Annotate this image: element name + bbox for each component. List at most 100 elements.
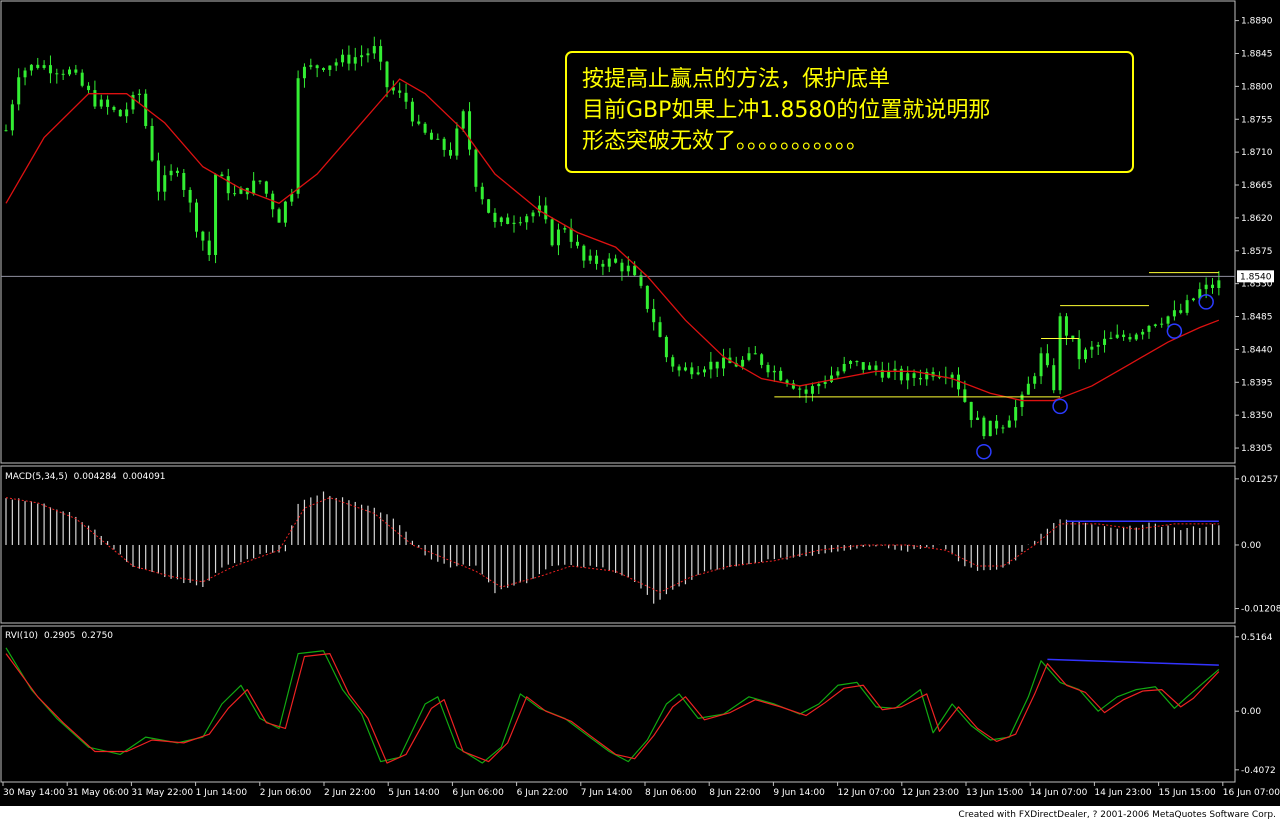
candle-body	[474, 149, 478, 187]
candle-body	[10, 104, 14, 131]
candle-body	[1141, 331, 1145, 335]
candle-body	[607, 258, 611, 267]
candle-body	[804, 389, 808, 394]
candle-body	[1153, 324, 1157, 326]
time-tick-label: 6 Jun 06:00	[452, 788, 504, 798]
candle-body	[207, 240, 211, 255]
candle-body	[480, 186, 484, 200]
candle-body	[1179, 310, 1183, 313]
candle-body	[461, 111, 465, 129]
candle-body	[220, 174, 224, 177]
candle-body	[74, 69, 78, 73]
rvi-tick-label: 0.5164	[1241, 633, 1273, 643]
candle-body	[969, 401, 973, 420]
candle-body	[893, 368, 897, 371]
time-tick-label: 14 Jun 07:00	[1030, 788, 1087, 798]
candle-body	[741, 359, 745, 367]
candle-body	[810, 386, 814, 394]
candle-body	[106, 99, 110, 107]
candle-body	[182, 173, 186, 190]
candle-body	[309, 65, 313, 67]
candle-body	[169, 170, 173, 176]
candle-body	[322, 68, 325, 70]
time-tick-label: 6 Jun 22:00	[517, 788, 569, 798]
time-tick-label: 1 Jun 14:00	[196, 788, 248, 798]
candle-body	[1039, 353, 1043, 377]
candle-body	[1077, 338, 1081, 360]
candle-body	[61, 73, 65, 75]
candle-body	[1084, 349, 1087, 360]
candle-body	[1103, 338, 1107, 345]
candle-body	[429, 132, 433, 140]
candle-body	[455, 128, 459, 156]
time-tick-label: 31 May 06:00	[67, 788, 129, 798]
candle-body	[1052, 365, 1056, 391]
candle-body	[226, 176, 230, 194]
candle-body	[868, 365, 872, 370]
candle-body	[188, 189, 192, 203]
candle-body	[379, 46, 383, 62]
candle-body	[42, 65, 46, 68]
candle-body	[398, 90, 402, 93]
candle-body	[918, 377, 922, 380]
candle-body	[664, 336, 668, 358]
time-tick-label: 31 May 22:00	[131, 788, 193, 798]
candle-body	[1090, 346, 1094, 350]
candle-body	[1014, 407, 1018, 421]
candle-body	[633, 265, 637, 276]
candle-body	[836, 371, 840, 376]
price-tick-label: 1.8710	[1241, 148, 1273, 158]
candle-body	[830, 375, 833, 382]
candle-body	[772, 370, 776, 373]
candle-body	[423, 123, 427, 133]
candle-body	[747, 353, 751, 360]
candle-body	[150, 125, 154, 161]
candle-body	[68, 69, 71, 75]
candle-body	[563, 228, 567, 230]
candle-body	[645, 285, 649, 309]
footer-credit: Created with FXDirectDealer, ? 2001-2006…	[958, 810, 1276, 820]
time-tick-label: 8 Jun 22:00	[709, 788, 761, 798]
candle-body	[315, 65, 319, 69]
time-tick-label: 5 Jun 14:00	[388, 788, 440, 798]
candle-body	[620, 262, 624, 272]
time-tick-label: 12 Jun 23:00	[902, 788, 959, 798]
candle-body	[341, 54, 345, 63]
candle-body	[595, 255, 599, 264]
candle-body	[817, 383, 821, 387]
forex-chart: 1.8890 1.8845 1.8800 1.8755 1.8710 1.8665 1.86…	[0, 0, 1280, 820]
candle-body	[995, 420, 999, 429]
candle-body	[1185, 300, 1189, 313]
candle-body	[614, 258, 618, 263]
time-tick-label: 14 Jun 23:00	[1094, 788, 1151, 798]
candle-body	[760, 354, 764, 365]
candle-body	[137, 93, 141, 95]
candle-body	[722, 357, 726, 369]
candle-body	[766, 364, 770, 373]
time-tick-label: 2 Jun 22:00	[324, 788, 376, 798]
candle-body	[1211, 284, 1214, 288]
candle-body	[1147, 325, 1151, 332]
candle-body	[677, 366, 681, 371]
candle-body	[899, 368, 903, 381]
time-tick-label: 2 Jun 06:00	[260, 788, 312, 798]
time-tick-label: 13 Jun 15:00	[966, 788, 1023, 798]
price-tick-label: 1.8620	[1241, 214, 1273, 224]
candle-body	[506, 217, 510, 224]
candle-body	[976, 417, 980, 420]
candle-body	[410, 101, 414, 122]
candle-body	[1204, 284, 1208, 290]
candle-body	[328, 65, 332, 70]
candle-body	[550, 219, 554, 246]
candle-body	[531, 212, 535, 217]
candle-body	[93, 90, 97, 107]
candle-body	[1109, 337, 1113, 339]
price-tick-label: 1.8350	[1241, 411, 1273, 421]
candle-body	[334, 62, 338, 66]
candle-body	[163, 175, 167, 192]
price-tick-label: 1.8845	[1241, 49, 1273, 59]
candle-body	[366, 53, 370, 56]
candle-body	[690, 367, 694, 375]
candle-body	[683, 367, 687, 371]
price-tick-label: 1.8755	[1241, 115, 1273, 125]
